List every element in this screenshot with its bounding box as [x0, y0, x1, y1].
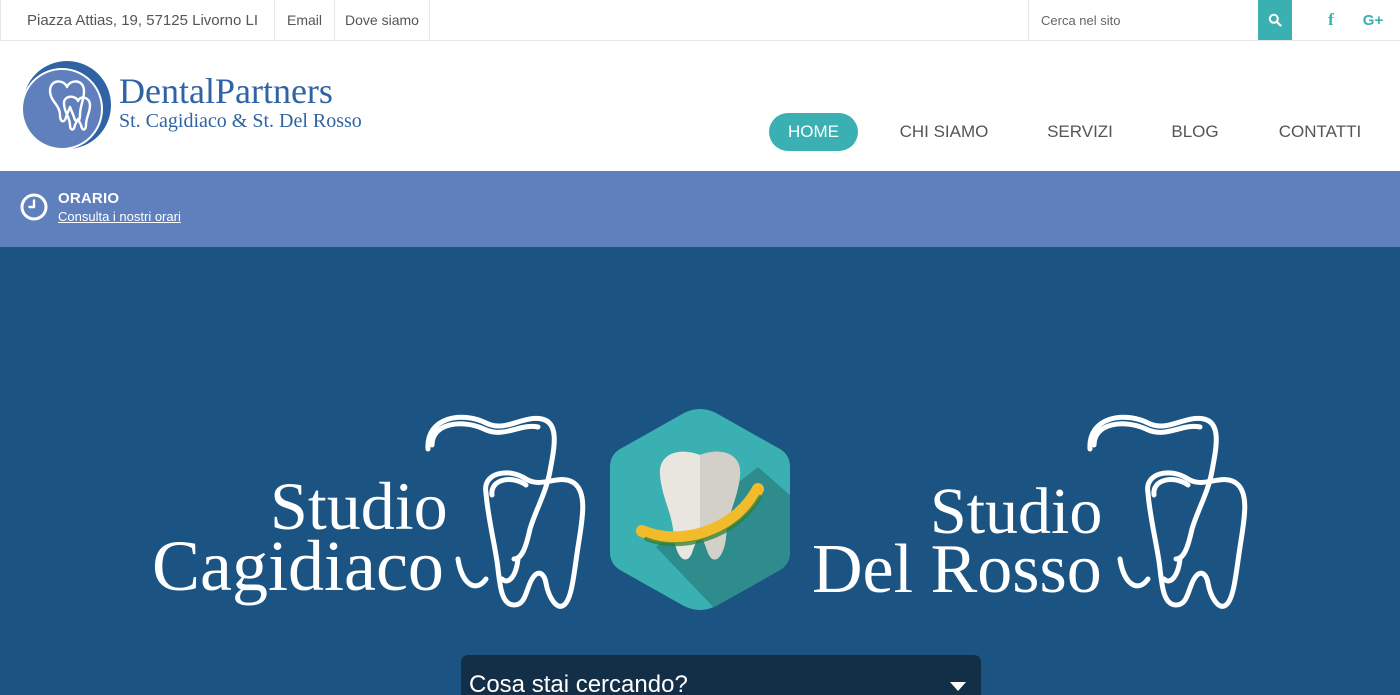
select-label: Cosa stai cercando? — [469, 671, 688, 695]
hours-link[interactable]: Consulta i nostri orari — [58, 209, 181, 224]
site-logo[interactable]: DentalPartners St. Cagidiaco & St. Del R… — [20, 61, 380, 153]
nav-blog[interactable]: BLOG — [1160, 113, 1230, 151]
top-bar: Piazza Attias, 19, 57125 Livorno LI Emai… — [0, 0, 1400, 41]
facebook-icon[interactable]: f — [1318, 0, 1344, 40]
logo-subtitle: St. Cagidiaco & St. Del Rosso — [119, 110, 362, 132]
hours-title: ORARIO — [58, 190, 120, 207]
nav-contatti[interactable]: CONTATTI — [1265, 113, 1375, 151]
tooth-hexagon-icon — [610, 409, 790, 610]
address-text: Piazza Attias, 19, 57125 Livorno LI — [0, 0, 275, 40]
nav-chi-siamo[interactable]: CHI SIAMO — [886, 113, 1002, 151]
search-category-select[interactable]: Cosa stai cercando? — [461, 655, 981, 695]
nav-servizi[interactable]: SERVIZI — [1036, 113, 1124, 151]
search-icon — [1268, 13, 1282, 27]
logo-title: DentalPartners — [119, 71, 333, 111]
location-link[interactable]: Dove siamo — [335, 0, 430, 40]
right-studio-line2: Del Rosso — [812, 531, 1102, 608]
clock-icon — [20, 193, 48, 221]
tooth-logo-icon — [21, 61, 111, 150]
google-plus-icon[interactable]: G+ — [1356, 0, 1390, 40]
search-input[interactable] — [1028, 0, 1258, 40]
email-link[interactable]: Email — [275, 0, 335, 40]
hero-section: Studio Cagidiaco Studio Del Rosso Cosa s… — [0, 247, 1400, 695]
left-studio-line2: Cagidiaco — [152, 526, 444, 606]
nav-home[interactable]: HOME — [769, 113, 858, 151]
site-header: DentalPartners St. Cagidiaco & St. Del R… — [0, 41, 1400, 171]
hours-bar: ORARIO Consulta i nostri orari — [0, 171, 1400, 247]
search-button[interactable] — [1258, 0, 1292, 40]
chevron-down-icon — [950, 682, 966, 691]
tooth-outline-icon — [1087, 414, 1248, 609]
